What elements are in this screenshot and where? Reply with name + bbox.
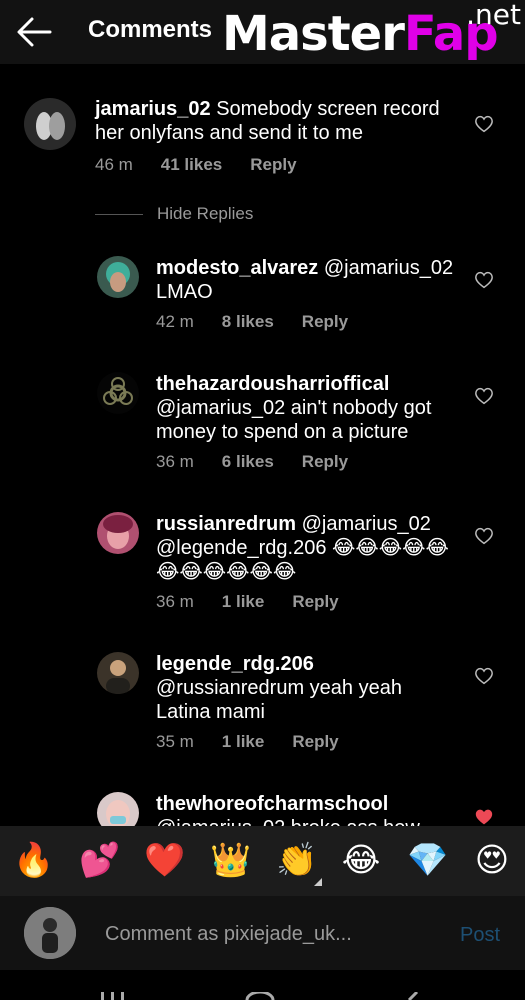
two-hearts-emoji[interactable]: 💕 [79,840,120,880]
likes-count[interactable]: 8 likes [222,312,274,331]
comment-meta: 46 m 41 likes Reply [95,155,325,175]
comment-meta: 36 m 6 likes Reply [156,452,376,472]
recent-apps-icon[interactable] [100,992,126,1000]
comments-feed[interactable]: jamarius_02 Somebody screen record her o… [0,64,525,826]
heart-icon[interactable] [474,667,494,685]
likes-count[interactable]: 1 like [222,592,265,611]
avatar[interactable] [97,652,139,694]
comment-meta: 36 m 1 like Reply [156,592,367,612]
comment-text: modesto_alvarez @jamarius_02 LMAO [156,257,454,303]
reply-button[interactable]: Reply [292,592,338,611]
comment-username[interactable]: russianredrum [156,513,296,535]
avatar[interactable] [97,512,139,554]
reply-button[interactable]: Reply [250,155,296,174]
avatar[interactable] [97,372,139,414]
comment-input[interactable]: Comment as pixiejade_uk... [105,923,352,946]
page-title: Comments [88,16,213,43]
heart-icon[interactable] [474,271,494,289]
system-nav-bar [0,970,525,1000]
comment-username[interactable]: modesto_alvarez [156,257,318,279]
hide-replies-toggle[interactable]: Hide Replies [95,204,253,224]
current-user-avatar [24,907,76,959]
heart-icon[interactable] [474,387,494,405]
comment-time: 36 m [156,592,194,611]
comment-text: thewhoreofcharmschool @jamarius_02 broke… [156,792,456,826]
comment-time: 36 m [156,452,194,471]
watermark-logo: MasterFap .net [222,0,521,62]
likes-count[interactable]: 6 likes [222,452,274,471]
comment-time: 46 m [95,155,133,174]
comment-composer: Comment as pixiejade_uk... Post [0,896,525,970]
comment-text: thehazardousharrioffical @jamarius_02 ai… [156,373,432,443]
reply-button[interactable]: Reply [302,312,348,331]
comment-username[interactable]: thehazardousharrioffical [156,373,389,395]
comment-time: 42 m [156,312,194,331]
clapping-hands-emoji[interactable]: 👏 [276,840,317,880]
comment-username[interactable]: thewhoreofcharmschool [156,793,388,815]
fire-emoji[interactable]: 🔥 [13,840,54,880]
likes-count[interactable]: 1 like [222,732,265,751]
crown-emoji[interactable]: 👑 [210,840,251,880]
comment-meta: 35 m 1 like Reply [156,732,367,752]
comment-text: jamarius_02 Somebody screen record her o… [95,98,440,144]
heart-filled-icon[interactable] [474,808,494,826]
reply-button[interactable]: Reply [302,452,348,471]
heart-icon[interactable] [474,115,494,133]
arrow-left-icon[interactable] [14,12,54,52]
comment-meta: 42 m 8 likes Reply [156,312,376,332]
back-nav-icon[interactable] [405,992,419,1000]
comment-username[interactable]: legende_rdg.206 [156,653,314,675]
emoji-quick-bar: 🔥 💕 ❤️ 👑 👏 😂 💎 😍 [0,826,525,896]
comment-text: russianredrum @jamarius_02 @legende_rdg.… [156,513,449,583]
red-heart-emoji[interactable]: ❤️ [144,840,185,880]
tears-of-joy-emoji[interactable]: 😂 [341,840,381,880]
comment-time: 35 m [156,732,194,751]
home-icon[interactable] [245,992,275,1000]
avatar[interactable] [97,792,139,826]
comment-username[interactable]: jamarius_02 [95,98,211,120]
reply-button[interactable]: Reply [292,732,338,751]
top-bar: Comments MasterFap .net [0,0,525,64]
heart-eyes-emoji[interactable]: 😍 [472,840,512,880]
comment-text: legende_rdg.206 @russianredrum yeah yeah… [156,653,402,723]
avatar[interactable] [97,256,139,298]
gem-emoji[interactable]: 💎 [407,840,448,880]
heart-icon[interactable] [474,527,494,545]
likes-count[interactable]: 41 likes [161,155,222,174]
post-button[interactable]: Post [460,924,500,947]
variant-indicator-icon [314,878,322,886]
avatar[interactable] [24,98,76,150]
